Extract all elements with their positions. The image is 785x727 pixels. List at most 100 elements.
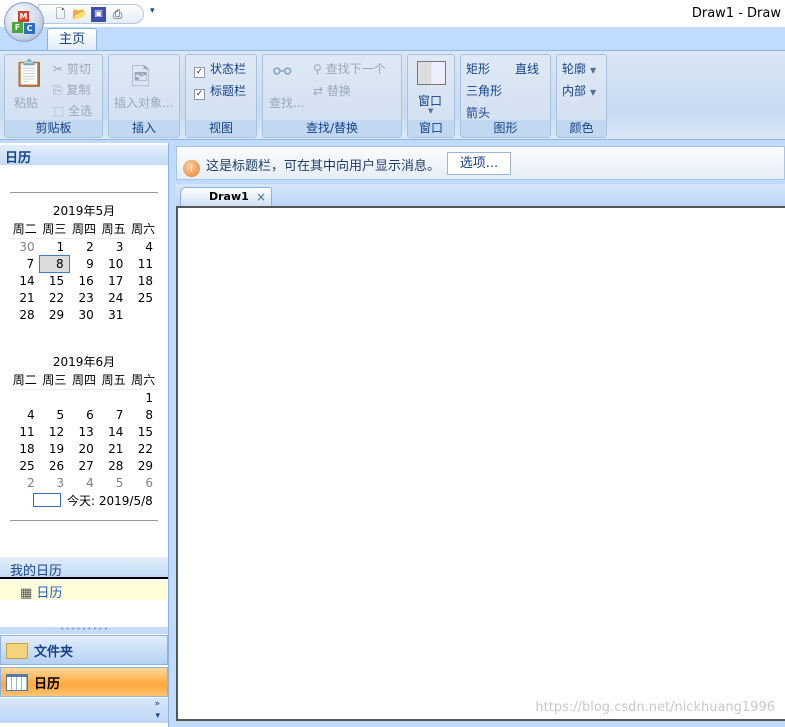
document-tab[interactable]: Draw1 × <box>180 187 272 206</box>
pane-splitter[interactable]: • • • • • • • • • <box>0 627 168 634</box>
select-all-label: 全选 <box>68 104 93 118</box>
calendar-day[interactable]: 6 <box>69 406 99 423</box>
status-bar-checkbox[interactable]: ✓ 状态栏 <box>194 60 246 78</box>
calendar-day[interactable]: 4 <box>69 474 99 491</box>
calendar-day[interactable]: 3 <box>99 238 129 255</box>
calendar-day[interactable]: 29 <box>40 306 70 323</box>
nav-button-calendar[interactable]: 日历 <box>0 667 168 697</box>
calendar-day[interactable]: 10 <box>99 255 129 272</box>
calendar-day[interactable]: 15 <box>128 423 158 440</box>
calendar-day[interactable]: 24 <box>99 289 129 306</box>
calendar-day[interactable]: 30 <box>69 306 99 323</box>
select-all-button[interactable]: ⬚ 全选 <box>53 102 92 119</box>
calendar-day[interactable]: 25 <box>128 289 158 306</box>
outline-color-dropdown[interactable]: 轮廓 ▼ <box>562 60 596 77</box>
calendar-day[interactable]: 22 <box>128 440 158 457</box>
calendar-day[interactable]: 21 <box>10 289 40 306</box>
cut-button[interactable]: ✂ 剪切 <box>53 60 91 77</box>
group-find-replace: ⚯ 查找... ⚲ 查找下一个 ⇄ 替换 查找/替换 <box>262 54 402 138</box>
options-button[interactable]: 选项... <box>447 152 511 175</box>
calendar-day[interactable]: 18 <box>10 440 40 457</box>
group-label: 查找/替换 <box>263 120 401 137</box>
calendar-day[interactable]: 17 <box>99 272 129 289</box>
calendar-day[interactable]: 13 <box>69 423 99 440</box>
calendar-day[interactable]: 26 <box>40 457 70 474</box>
tab-home[interactable]: 主页 <box>47 28 97 51</box>
window-icon <box>417 61 446 85</box>
calendar-day[interactable]: 30 <box>10 238 40 255</box>
calendar-day[interactable]: 16 <box>69 272 99 289</box>
calendar-day[interactable]: 1 <box>128 389 158 406</box>
checkbox-checked-icon: ✓ <box>194 89 205 100</box>
replace-button[interactable]: ⇄ 替换 <box>313 82 351 99</box>
calendar-day[interactable]: 25 <box>10 457 40 474</box>
document-canvas[interactable] <box>176 206 785 721</box>
customize-toolbar-icon[interactable]: ▾ <box>150 6 155 16</box>
calendar-list-item[interactable]: ▦ 日历 <box>0 581 168 601</box>
binoculars-icon: ⚯ <box>273 60 292 85</box>
calendar-day[interactable]: 4 <box>128 238 158 255</box>
calendar-day[interactable]: 7 <box>10 255 40 272</box>
rectangle-button[interactable]: 矩形 <box>466 60 490 77</box>
application-menu-button[interactable]: M F C <box>4 2 44 42</box>
checkbox-checked-icon: ✓ <box>194 67 205 78</box>
calendar-day[interactable]: 18 <box>128 272 158 289</box>
month-calendar-june: 2019年6月 周二 周三 周四 周五 周六 1 4 5 6 7 8 11 12 13 14 15 18 19 20… <box>10 353 158 511</box>
find-next-button[interactable]: ⚲ 查找下一个 <box>313 60 386 77</box>
weekday-header: 周二 <box>10 371 40 390</box>
calendar-day[interactable]: 8 <box>128 406 158 423</box>
arrow-button[interactable]: 箭头 <box>466 104 490 121</box>
title-bar-checkbox[interactable]: ✓ 标题栏 <box>194 82 246 100</box>
calendar-icon: ▦ <box>20 586 37 601</box>
group-label: 插入 <box>109 120 179 137</box>
weekday-header: 周五 <box>98 371 129 390</box>
calendar-day[interactable]: 3 <box>40 474 70 491</box>
calendar-day[interactable]: 7 <box>99 406 129 423</box>
line-button[interactable]: 直线 <box>515 60 539 77</box>
triangle-button[interactable]: 三角形 <box>466 82 502 99</box>
close-icon[interactable]: × <box>256 190 266 204</box>
calendar-day[interactable]: 20 <box>69 440 99 457</box>
find-button[interactable]: 查找... <box>269 94 304 111</box>
print-icon[interactable]: ⎙ <box>110 7 125 22</box>
calendar-day[interactable]: 12 <box>40 423 70 440</box>
calendar-day[interactable]: 5 <box>99 474 129 491</box>
calendar-day[interactable]: 21 <box>99 440 129 457</box>
calendar-day[interactable]: 27 <box>69 457 99 474</box>
insert-object-button[interactable]: 插入对象... <box>114 94 173 111</box>
calendar-day[interactable]: 22 <box>40 289 70 306</box>
open-icon[interactable]: 📂 <box>72 7 87 22</box>
calendar-day[interactable]: 15 <box>40 272 70 289</box>
save-icon[interactable]: ▣ <box>91 6 106 22</box>
calendar-day[interactable]: 2 <box>69 238 99 255</box>
calendar-day[interactable]: 5 <box>40 406 70 423</box>
calendar-day[interactable]: 1 <box>40 238 70 255</box>
calendar-day-selected[interactable]: 8 <box>39 254 70 273</box>
calendar-day[interactable]: 11 <box>128 255 158 272</box>
calendar-day[interactable]: 9 <box>69 255 99 272</box>
calendar-day[interactable]: 4 <box>10 406 40 423</box>
replace-icon: ⇄ <box>313 84 327 98</box>
weekday-header: 周五 <box>98 220 129 239</box>
today-link[interactable]: 今天: 2019/5/8 <box>10 491 158 511</box>
calendar-day[interactable]: 14 <box>99 423 129 440</box>
group-window: 窗口 ▼ 窗口 <box>407 54 455 138</box>
copy-button[interactable]: ⎘ 复制 <box>53 81 90 98</box>
configure-buttons[interactable]: » ▾ <box>0 698 168 723</box>
calendar-day[interactable]: 28 <box>10 306 40 323</box>
nav-button-folders[interactable]: 文件夹 <box>0 635 168 665</box>
new-icon[interactable]: 🗋 <box>53 7 68 22</box>
calendar-day[interactable]: 31 <box>99 306 129 323</box>
calendar-day[interactable]: 19 <box>40 440 70 457</box>
calendar-day[interactable]: 11 <box>10 423 40 440</box>
weekday-header: 周四 <box>69 220 99 239</box>
calendar-day[interactable]: 23 <box>69 289 99 306</box>
group-label: 剪贴板 <box>5 120 102 137</box>
calendar-day[interactable]: 29 <box>128 457 158 474</box>
calendar-day[interactable]: 14 <box>10 272 40 289</box>
fill-color-dropdown[interactable]: 内部 ▼ <box>562 82 596 99</box>
calendar-day[interactable]: 6 <box>128 474 158 491</box>
paste-button[interactable]: 粘贴 <box>14 94 38 111</box>
calendar-day[interactable]: 28 <box>99 457 129 474</box>
calendar-day[interactable]: 2 <box>10 474 40 491</box>
